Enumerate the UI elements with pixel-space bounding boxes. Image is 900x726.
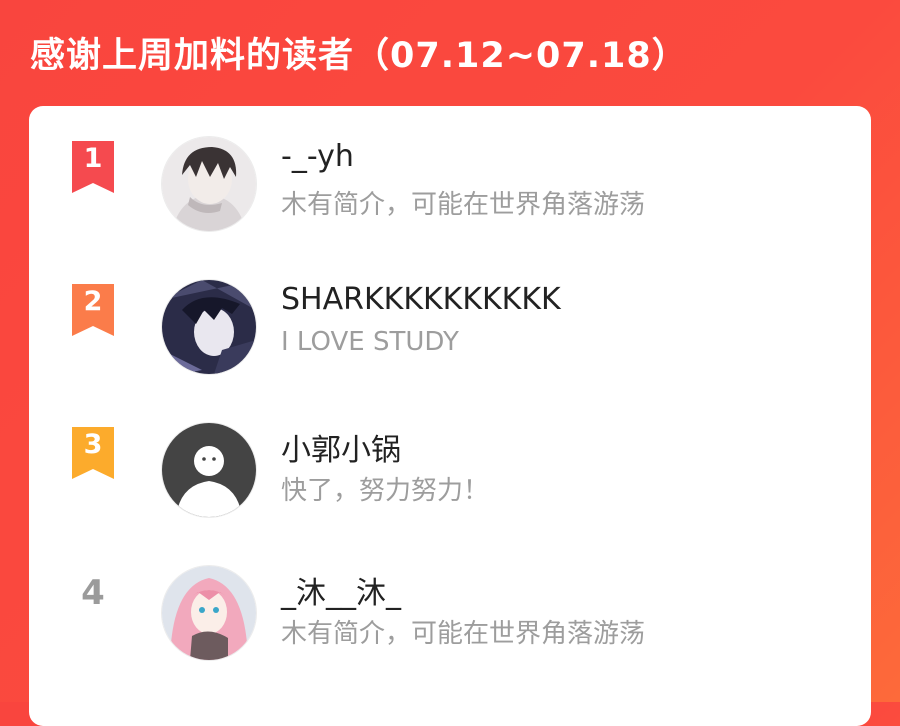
rank-number: 1 xyxy=(83,143,103,174)
reader-row-2[interactable]: 2 SHARKKKKKKKKKK I LOVE STUDY xyxy=(29,249,871,375)
anime-pink-hair-avatar-icon xyxy=(162,566,256,660)
avatar[interactable] xyxy=(161,565,257,661)
reader-bio: 木有简介，可能在世界角落游荡 xyxy=(281,619,646,649)
rank-badge-3: 3 xyxy=(68,425,118,481)
page-title: 感谢上周加料的读者（07.12~07.18） xyxy=(30,36,688,76)
reader-bio: 木有简介，可能在世界角落游荡 xyxy=(281,190,646,220)
avatar[interactable] xyxy=(161,422,257,518)
avatar[interactable] xyxy=(161,136,257,232)
anime-boy-avatar-icon xyxy=(162,137,256,231)
reader-name: 小郭小锅 xyxy=(281,433,401,468)
reader-bio: I LOVE STUDY xyxy=(281,327,459,357)
reader-name: SHARKKKKKKKKKK xyxy=(281,282,561,317)
reader-name: -_-yh xyxy=(281,139,354,174)
reader-bio: 快了，努力努力！ xyxy=(281,476,490,506)
avatar[interactable] xyxy=(161,279,257,375)
reader-row-1[interactable]: 1 -_-yh 木有简介，可能在世界角落游荡 xyxy=(29,106,871,232)
rank-number: 3 xyxy=(83,429,103,460)
reader-row-4[interactable]: 4 _沐__沐_ 木有简介，可能在世界角落游荡 xyxy=(29,535,871,661)
reader-row-3[interactable]: 3 小郭小锅 快了，努力努力！ xyxy=(29,392,871,518)
reader-list-card: 1 -_-yh 木有简介，可能在世界角落游荡 2 SHARKKKKKKKKKK … xyxy=(29,106,871,726)
rank-badge-1: 1 xyxy=(68,139,118,195)
reader-name: _沐__沐_ xyxy=(281,576,401,611)
rank-number: 2 xyxy=(83,286,103,317)
default-user-avatar-icon xyxy=(162,423,256,517)
anime-dark-avatar-icon xyxy=(162,280,256,374)
rank-number: 4 xyxy=(81,573,105,613)
rank-badge-2: 2 xyxy=(68,282,118,338)
